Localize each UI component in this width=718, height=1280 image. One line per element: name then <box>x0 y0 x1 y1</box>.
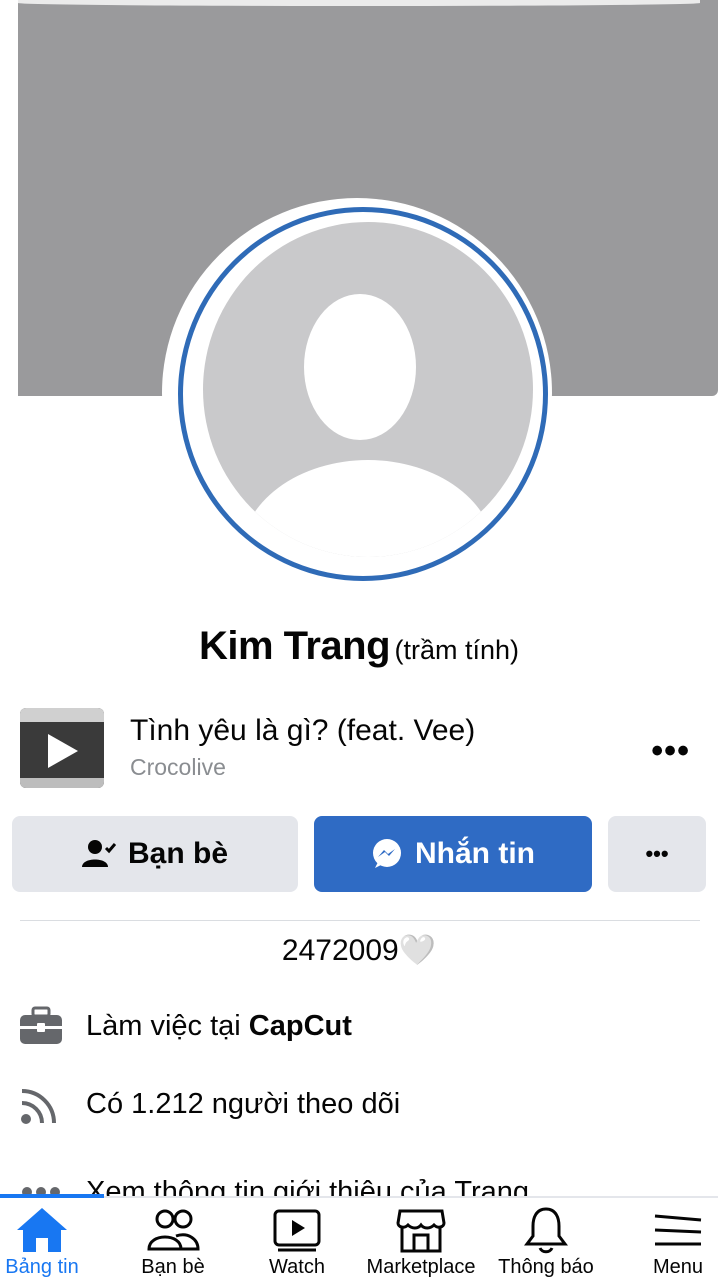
avatar-placeholder-body <box>241 460 495 557</box>
active-tab-indicator <box>0 1194 104 1198</box>
friends-button-label: Bạn bè <box>127 837 229 870</box>
rss-followers-icon <box>16 1083 66 1125</box>
marketplace-icon <box>361 1204 481 1256</box>
nav-watch-label: Watch <box>269 1256 325 1278</box>
profile-name: Kim Trang <box>198 624 391 668</box>
profile-nickname: (trầm tính) <box>394 635 520 665</box>
bell-icon <box>486 1204 606 1256</box>
nav-friends[interactable]: Bạn bè <box>113 1204 233 1279</box>
menu-icon <box>618 1204 718 1256</box>
friends-icon <box>113 1204 233 1256</box>
nav-home-label: Bảng tin <box>5 1256 79 1278</box>
music-title: Tình yêu là gì? (feat. Vee) <box>130 714 476 747</box>
music-artist: Crocolive <box>130 754 226 780</box>
music-cover-thumbnail[interactable] <box>20 708 104 788</box>
briefcase-icon <box>16 1006 66 1046</box>
info-work-prefix: Làm việc tại <box>86 1009 249 1042</box>
profile-name-row: Kim Trang (trầm tính) <box>0 624 718 669</box>
friend-check-icon <box>81 839 116 869</box>
more-options-button[interactable]: ••• <box>608 816 706 892</box>
nav-home[interactable]: Bảng tin <box>0 1204 102 1279</box>
section-divider <box>20 920 700 921</box>
avatar[interactable] <box>203 222 533 557</box>
messenger-icon <box>371 838 403 870</box>
thumbnail-footer <box>20 778 104 788</box>
nav-notifications-label: Thông báo <box>498 1256 594 1278</box>
bottom-navigation: Bảng tin Bạn bè Watch Marketplace Thông … <box>0 1194 718 1280</box>
nav-marketplace-label: Marketplace <box>366 1256 476 1278</box>
music-more-options-icon[interactable]: ••• <box>651 732 690 771</box>
message-button-label: Nhắn tin <box>415 837 535 870</box>
info-work-place[interactable]: CapCut <box>249 1010 352 1042</box>
friends-button[interactable]: Bạn bè <box>12 816 298 892</box>
more-options-icon: ••• <box>645 841 669 866</box>
home-icon <box>0 1204 102 1256</box>
thumbnail-header <box>20 708 104 722</box>
profile-bio: 2472009🤍 <box>281 934 437 967</box>
watch-icon <box>237 1204 357 1256</box>
play-icon <box>48 734 78 768</box>
info-work-text: Làm việc tại CapCut <box>86 1010 352 1043</box>
avatar-placeholder-head <box>304 294 416 440</box>
message-button[interactable]: Nhắn tin <box>314 816 592 892</box>
nav-menu-label: Menu <box>652 1256 704 1278</box>
info-work: Làm việc tại CapCut <box>16 998 706 1054</box>
nav-notifications[interactable]: Thông báo <box>486 1204 606 1279</box>
nav-menu[interactable]: Menu <box>618 1204 718 1279</box>
nav-marketplace[interactable]: Marketplace <box>361 1204 481 1279</box>
nav-watch[interactable]: Watch <box>237 1204 357 1279</box>
info-followers[interactable]: Có 1.212 người theo dõi <box>16 1076 706 1132</box>
profile-music[interactable]: Tình yêu là gì? (feat. Vee) Crocolive ••… <box>20 706 700 790</box>
cover-edge <box>18 0 700 6</box>
info-followers-text: Có 1.212 người theo dõi <box>86 1087 401 1120</box>
nav-friends-label: Bạn bè <box>141 1256 205 1278</box>
